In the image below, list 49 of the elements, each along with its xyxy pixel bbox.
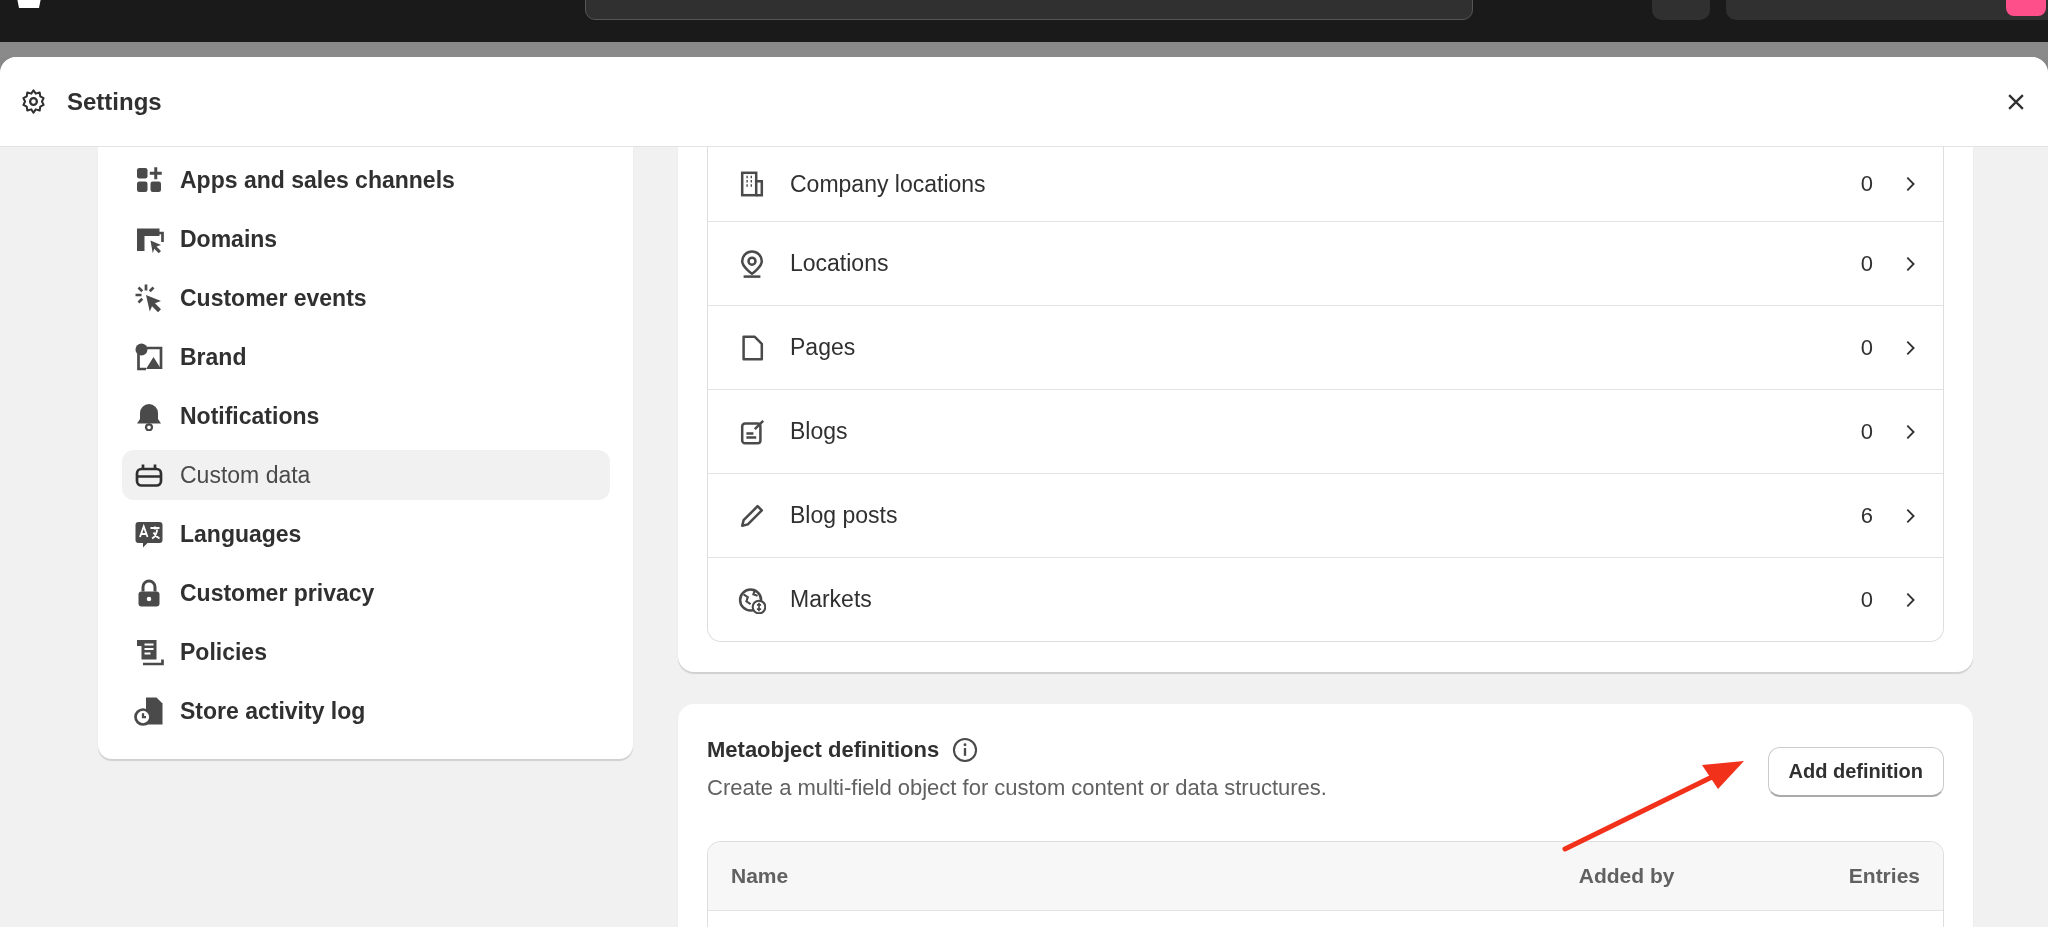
column-header: Name	[731, 864, 790, 888]
info-icon[interactable]	[952, 737, 979, 763]
building-icon	[738, 170, 766, 198]
row-count: 0	[1860, 171, 1873, 197]
sidebar-item[interactable]: Customer privacy	[122, 568, 610, 618]
sidebar-item[interactable]: Store activity log	[122, 686, 610, 736]
section-title: Metaobject definitions	[707, 737, 940, 763]
note-edit-icon	[738, 417, 766, 446]
add-definition-button[interactable]: Add definition	[1767, 747, 1944, 797]
sidebar-item[interactable]: Brand	[122, 332, 610, 382]
row-label: Blogs	[790, 418, 849, 445]
list-row[interactable]: Markets 0	[708, 558, 1943, 641]
row-count: 0	[1860, 334, 1873, 361]
list-row[interactable]: Blog posts 6	[708, 474, 1943, 558]
scroll-icon	[134, 637, 164, 667]
sidebar-item[interactable]: Custom data	[122, 450, 610, 500]
row-label: Markets	[790, 586, 873, 613]
column-header: Entries	[1848, 864, 1920, 888]
row-count: 0	[1860, 586, 1873, 613]
apps-grid-icon	[134, 165, 164, 195]
list-row[interactable]: Pages 0	[708, 306, 1943, 390]
sidebar-item[interactable]: Policies	[122, 627, 610, 677]
row-label: Blog posts	[790, 502, 899, 529]
list-row[interactable]: Blogs 0	[708, 390, 1943, 474]
row-count: 0	[1860, 250, 1873, 277]
list-row[interactable]: Company locations 0	[708, 147, 1943, 222]
sidebar-item[interactable]: Languages	[122, 509, 610, 559]
row-count: 6	[1860, 502, 1873, 529]
window-title: Settings	[67, 87, 163, 116]
row-label: Pages	[790, 334, 857, 361]
sidebar-item[interactable]: Apps and sales channels	[122, 155, 610, 205]
section-description: Create a multi-field object for custom content or data structures.	[707, 775, 1327, 801]
bell-icon	[134, 401, 164, 431]
document-clock-icon	[134, 696, 164, 726]
translate-icon	[134, 519, 164, 549]
image-icon	[134, 342, 164, 372]
row-label: Locations	[790, 250, 890, 277]
row-label: Company locations	[790, 170, 987, 198]
settings-icon	[20, 88, 47, 115]
list-row[interactable]: Locations 0	[708, 222, 1943, 306]
close-icon[interactable]	[2008, 93, 2024, 110]
sidebar-item[interactable]: Notifications	[122, 391, 610, 441]
cursor-click-icon	[134, 283, 164, 313]
row-count: 0	[1860, 418, 1873, 445]
map-pin-icon	[738, 249, 766, 278]
column-header: Added by	[1578, 864, 1676, 888]
sidebar-item[interactable]: Customer events	[122, 273, 610, 323]
sidebar-item[interactable]: Domains	[122, 214, 610, 264]
globe-dollar-icon	[738, 585, 766, 614]
